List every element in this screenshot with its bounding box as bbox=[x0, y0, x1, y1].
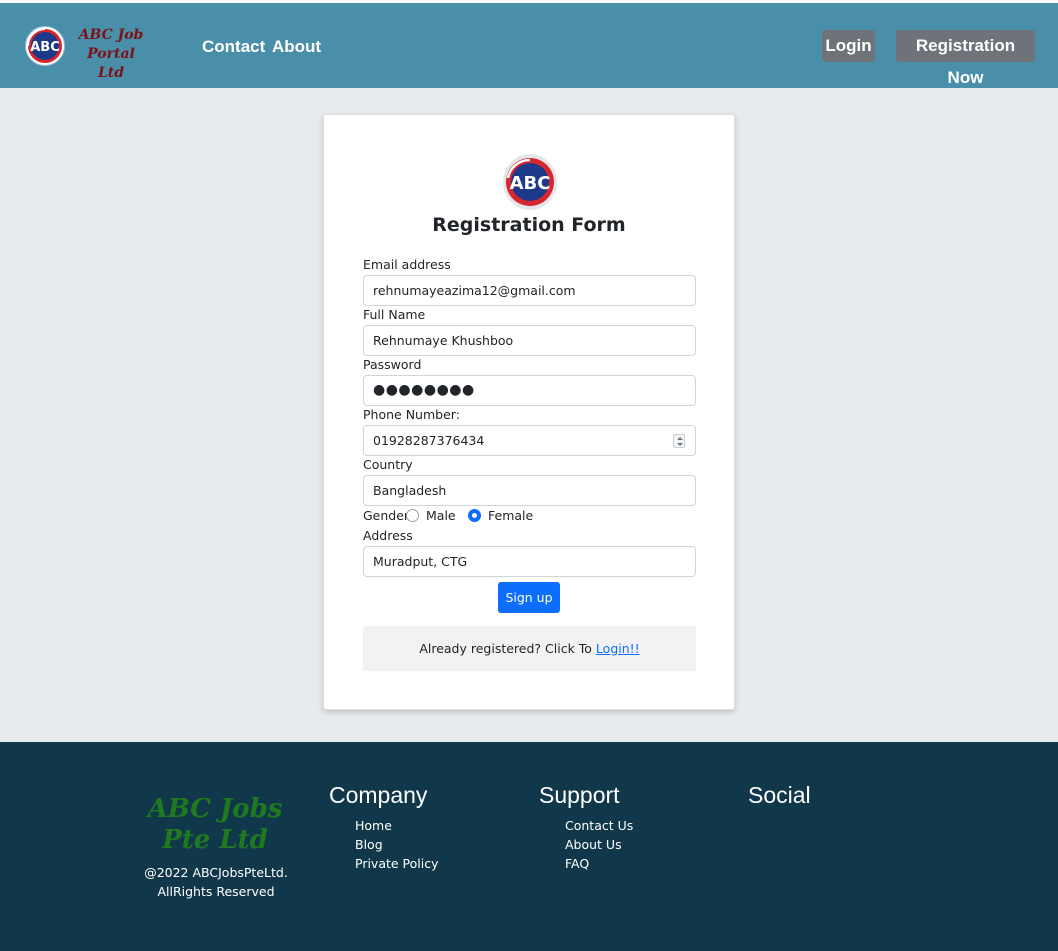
full-name-label: Full Name bbox=[363, 307, 426, 322]
gender-label: Gender bbox=[363, 508, 410, 523]
footer-link-blog[interactable]: Blog bbox=[355, 835, 439, 854]
nav-link-contact[interactable]: Contact bbox=[202, 37, 265, 57]
gender-female-radio[interactable] bbox=[468, 509, 481, 522]
footer: ABC Jobs Pte Ltd @2022 ABCJobsPteLtd. Al… bbox=[0, 742, 1058, 951]
address-field[interactable]: Muradput, CTG bbox=[363, 546, 696, 577]
registration-now-button[interactable]: Registration Now bbox=[896, 30, 1035, 87]
footer-brand: ABC Jobs Pte Ltd bbox=[147, 794, 283, 855]
password-label: Password bbox=[363, 357, 422, 372]
phone-field[interactable]: 01928287376434 bbox=[363, 425, 696, 456]
abc-logo-icon: ABC bbox=[503, 154, 557, 210]
form-title: Registration Form bbox=[432, 214, 626, 236]
footer-company-list: Home Blog Private Policy bbox=[355, 816, 439, 873]
gender-male-radio[interactable] bbox=[406, 509, 419, 522]
footer-support-title: Support bbox=[539, 782, 620, 808]
footer-company-title: Company bbox=[329, 782, 428, 808]
email-field[interactable]: rehnumayeazima12@gmail.com bbox=[363, 275, 696, 306]
registration-card: ABC Registration Form Email address rehn… bbox=[323, 114, 735, 710]
footer-link-faq[interactable]: FAQ bbox=[565, 854, 633, 873]
login-link[interactable]: Login!! bbox=[596, 641, 640, 656]
footer-social-title: Social bbox=[748, 782, 811, 808]
already-registered-text: Already registered? Click To bbox=[419, 641, 596, 656]
address-label: Address bbox=[363, 528, 413, 543]
footer-link-about-us[interactable]: About Us bbox=[565, 835, 633, 854]
footer-support-list: Contact Us About Us FAQ bbox=[565, 816, 633, 873]
footer-link-private-policy[interactable]: Private Policy bbox=[355, 854, 439, 873]
gender-female-label[interactable]: Female bbox=[488, 508, 533, 523]
login-button[interactable]: Login bbox=[822, 30, 875, 62]
gender-male-label[interactable]: Male bbox=[426, 508, 456, 523]
full-name-field[interactable]: Rehnumaye Khushboo bbox=[363, 325, 696, 356]
abc-logo-icon[interactable]: ABC bbox=[25, 26, 65, 66]
footer-copyright: @2022 ABCJobsPteLtd. AllRights Reserved bbox=[144, 865, 288, 899]
nav-link-about[interactable]: About bbox=[272, 37, 321, 57]
password-field[interactable]: ●●●●●●●● bbox=[363, 375, 696, 406]
country-label: Country bbox=[363, 457, 413, 472]
number-spinner-icon[interactable] bbox=[673, 434, 685, 448]
sign-up-button[interactable]: Sign up bbox=[498, 582, 560, 613]
country-field[interactable]: Bangladesh bbox=[363, 475, 696, 506]
navbar: ABC ABC Job Portal Ltd Contact About Log… bbox=[0, 3, 1058, 88]
phone-label: Phone Number: bbox=[363, 407, 460, 422]
svg-text:ABC: ABC bbox=[510, 173, 551, 194]
brand-name[interactable]: ABC Job Portal Ltd bbox=[76, 26, 146, 83]
svg-text:ABC: ABC bbox=[30, 40, 60, 55]
footer-link-contact-us[interactable]: Contact Us bbox=[565, 816, 633, 835]
already-registered-box: Already registered? Click To Login!! bbox=[363, 626, 696, 671]
phone-value: 01928287376434 bbox=[373, 433, 485, 448]
email-label: Email address bbox=[363, 257, 451, 272]
footer-link-home[interactable]: Home bbox=[355, 816, 439, 835]
